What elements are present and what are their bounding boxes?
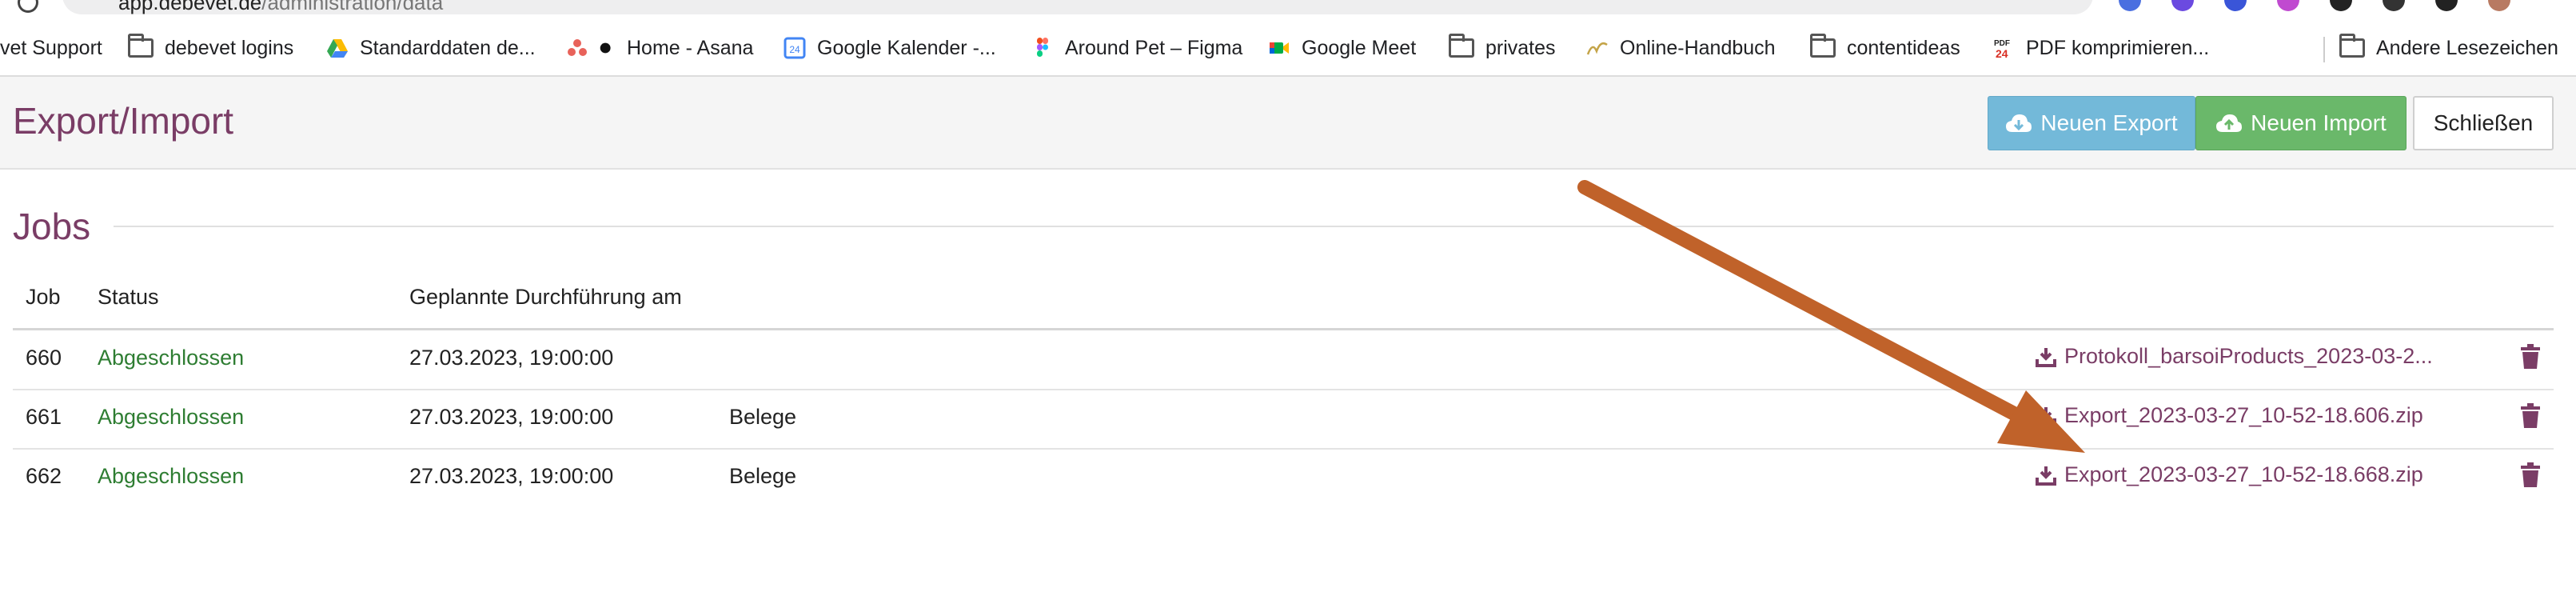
bookmark-label: Home - Asana	[627, 36, 754, 59]
bookmark-label: Around Pet – Figma	[1065, 36, 1243, 59]
bookmark-label: PDF komprimieren...	[2026, 36, 2210, 59]
bookmark-item[interactable]: Online-Handbuch	[1586, 34, 1776, 62]
svg-text:24: 24	[1996, 47, 2008, 59]
job-type: Belege	[729, 464, 797, 488]
bookmark-item[interactable]: Home - Asana	[566, 34, 753, 62]
row-divider	[13, 389, 2554, 390]
download-link[interactable]: Export_2023-03-27_10-52-18.606.zip	[2036, 403, 2423, 428]
download-link[interactable]: Export_2023-03-27_10-52-18.668.zip	[2036, 462, 2423, 487]
bookmark-label: debevet logins	[165, 36, 294, 59]
bookmark-item[interactable]: Google Meet	[1268, 34, 1416, 62]
file-name: Export_2023-03-27_10-52-18.606.zip	[2064, 403, 2423, 427]
figma-icon	[1037, 38, 1048, 57]
extension-icon[interactable]	[2435, 0, 2458, 11]
trash-icon[interactable]	[2520, 403, 2541, 429]
bookmark-item[interactable]: Standarddaten de...	[326, 34, 536, 62]
close-button[interactable]: Schließen	[2413, 96, 2554, 150]
file-name: Export_2023-03-27_10-52-18.668.zip	[2064, 462, 2423, 486]
extension-icon[interactable]	[2171, 0, 2194, 11]
folder-icon	[1810, 34, 1836, 58]
download-link[interactable]: Protokoll_barsoiProducts_2023-03-2...	[2036, 344, 2433, 369]
extension-icon[interactable]	[2224, 0, 2247, 11]
bookmark-label: privates	[1485, 36, 1556, 59]
google-meet-icon	[1270, 42, 1289, 54]
status-text: Abgeschlossen	[98, 405, 245, 429]
bookmark-item[interactable]: contentideas	[1810, 34, 1960, 62]
bookmark-label: Online-Handbuch	[1620, 36, 1776, 59]
scheduled-date: 27.03.2023, 19:00:00	[409, 405, 614, 429]
extension-icon[interactable]	[2330, 0, 2352, 11]
job-id: 662	[26, 464, 62, 488]
scheduled-date: 27.03.2023, 19:00:00	[409, 346, 614, 370]
bookmark-item[interactable]: PDF 24 PDF komprimieren...	[1992, 34, 2209, 62]
extension-icon[interactable]	[2383, 0, 2405, 11]
status-text: Abgeschlossen	[98, 464, 245, 488]
bookmark-label: Google Kalender -...	[817, 36, 996, 59]
folder-icon	[128, 34, 154, 58]
status-text: Abgeschlossen	[98, 346, 245, 370]
page-title: Export/Import	[13, 100, 234, 142]
job-id: 661	[26, 405, 62, 429]
browser-toolbar: app.debevet.de/administration/data	[0, 0, 2576, 18]
folder-icon	[2339, 34, 2365, 58]
jobs-section-title: Jobs	[13, 206, 91, 247]
extension-icon[interactable]	[2119, 0, 2141, 11]
url-host: app.debevet.de	[118, 0, 262, 14]
bookmarks-divider	[2323, 37, 2325, 62]
bookmark-label: Standarddaten de...	[360, 36, 536, 59]
column-header-status: Status	[98, 285, 159, 309]
new-import-button[interactable]: Neuen Import	[2195, 96, 2407, 150]
bookmark-label: Andere Lesezeichen	[2376, 36, 2558, 59]
new-export-button[interactable]: Neuen Export	[1988, 96, 2195, 150]
pdf24-icon: PDF24	[1994, 39, 2010, 59]
column-header-scheduled: Geplannte Durchführung am	[409, 285, 682, 309]
column-header-job: Job	[26, 285, 61, 309]
bookmarks-bar: vet Support debevet logins Standarddaten…	[0, 18, 2576, 77]
download-icon	[2036, 347, 2056, 367]
bookmark-item[interactable]: vet Support	[0, 34, 102, 62]
svg-text:24: 24	[789, 44, 800, 55]
download-icon	[2036, 406, 2056, 426]
reload-icon[interactable]	[18, 0, 38, 13]
bookmark-item-other[interactable]: Andere Lesezeichen	[2339, 34, 2558, 62]
cloud-upload-icon	[2215, 113, 2243, 134]
avatar[interactable]	[2488, 0, 2510, 11]
scheduled-date: 27.03.2023, 19:00:00	[409, 464, 614, 488]
table-header-divider	[13, 328, 2554, 330]
new-import-label: Neuen Import	[2251, 110, 2387, 135]
asana-icon	[568, 39, 587, 56]
folder-icon	[1449, 34, 1474, 58]
google-calendar-icon: 24	[784, 37, 806, 59]
dot-icon	[600, 42, 611, 54]
bookmark-label: contentideas	[1847, 36, 1960, 59]
bookmark-item[interactable]: debevet logins	[128, 34, 293, 62]
download-icon	[2036, 466, 2056, 486]
trash-icon[interactable]	[2520, 344, 2541, 370]
section-divider	[114, 226, 2554, 227]
new-export-label: Neuen Export	[2040, 110, 2178, 135]
url-text[interactable]: app.debevet.de/administration/data	[118, 0, 443, 15]
trash-icon[interactable]	[2520, 462, 2541, 488]
file-name: Protokoll_barsoiProducts_2023-03-2...	[2064, 344, 2433, 368]
extension-icon[interactable]	[2277, 0, 2299, 11]
job-type: Belege	[729, 405, 797, 429]
bookmark-item[interactable]: 24 Google Kalender -...	[784, 34, 996, 62]
google-drive-icon	[327, 39, 348, 58]
extension-icons	[2119, 0, 2510, 11]
handbook-icon	[1586, 42, 1608, 55]
bookmark-item[interactable]: privates	[1449, 34, 1556, 62]
bookmark-label: vet Support	[0, 36, 102, 59]
page-header: Export/Import Neuen Export Neuen Import …	[0, 77, 2576, 170]
cloud-download-icon	[2005, 113, 2032, 134]
bookmark-label: Google Meet	[1302, 36, 1417, 59]
url-path: /administration/data	[261, 0, 444, 14]
job-id: 660	[26, 346, 62, 370]
row-divider	[13, 448, 2554, 450]
bookmark-item[interactable]: Around Pet – Figma	[1031, 34, 1242, 62]
